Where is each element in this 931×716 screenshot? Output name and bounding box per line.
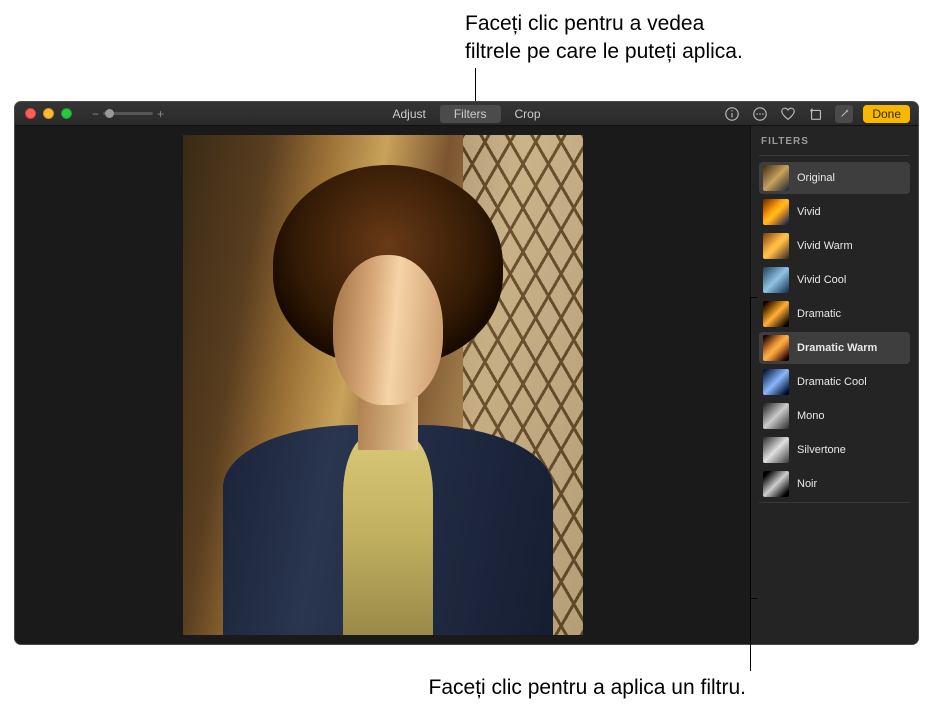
photos-edit-window: − + Adjust Filters Crop Done xyxy=(14,101,919,645)
filter-label: Vivid xyxy=(797,206,821,218)
sidebar-divider xyxy=(759,155,910,156)
zoom-control: − + xyxy=(92,107,164,121)
filter-label: Dramatic xyxy=(797,308,841,320)
callout-bottom-text: Faceți clic pentru a aplica un filtru. xyxy=(429,676,746,700)
filter-thumb-icon xyxy=(763,267,789,293)
more-icon[interactable] xyxy=(751,105,769,123)
callout-top-leader xyxy=(475,68,476,102)
filter-mono[interactable]: Mono xyxy=(759,400,910,432)
callout-bottom-leader xyxy=(750,599,751,671)
auto-enhance-wand-icon[interactable] xyxy=(835,105,853,123)
filter-thumb-icon xyxy=(763,403,789,429)
filter-silvertone[interactable]: Silvertone xyxy=(759,434,910,466)
toolbar-right: Done xyxy=(723,105,910,123)
filter-thumb-icon xyxy=(763,199,789,225)
content-area: FILTERS Original Vivid Vivid Warm Vivid … xyxy=(15,126,918,644)
filter-dramatic[interactable]: Dramatic xyxy=(759,298,910,330)
filter-label: Vivid Warm xyxy=(797,240,853,252)
filter-noir[interactable]: Noir xyxy=(759,468,910,500)
zoom-out-icon[interactable]: − xyxy=(92,107,99,121)
filter-thumb-icon xyxy=(763,437,789,463)
tab-filters[interactable]: Filters xyxy=(440,105,501,123)
tab-crop[interactable]: Crop xyxy=(501,105,555,123)
filter-vivid-cool[interactable]: Vivid Cool xyxy=(759,264,910,296)
filter-thumb-icon xyxy=(763,369,789,395)
edit-mode-tabs: Adjust Filters Crop xyxy=(378,105,554,123)
filter-dramatic-cool[interactable]: Dramatic Cool xyxy=(759,366,910,398)
filter-thumb-icon xyxy=(763,301,789,327)
zoom-in-icon[interactable]: + xyxy=(157,107,164,121)
minimize-window-button[interactable] xyxy=(43,108,54,119)
callout-top-text: Faceți clic pentru a vedea filtrele pe c… xyxy=(465,10,743,67)
filter-label: Noir xyxy=(797,478,817,490)
filter-thumb-icon xyxy=(763,165,789,191)
toolbar: − + Adjust Filters Crop Done xyxy=(15,102,918,126)
filter-original[interactable]: Original xyxy=(759,162,910,194)
sidebar-title: FILTERS xyxy=(761,136,908,147)
sidebar-divider xyxy=(759,502,910,503)
filter-vivid-warm[interactable]: Vivid Warm xyxy=(759,230,910,262)
filter-vivid[interactable]: Vivid xyxy=(759,196,910,228)
filter-label: Dramatic Cool xyxy=(797,376,867,388)
window-controls xyxy=(25,108,72,119)
filter-label: Vivid Cool xyxy=(797,274,846,286)
rotate-icon[interactable] xyxy=(807,105,825,123)
filter-label: Dramatic Warm xyxy=(797,342,877,354)
fullscreen-window-button[interactable] xyxy=(61,108,72,119)
info-icon[interactable] xyxy=(723,105,741,123)
photo-canvas[interactable] xyxy=(15,126,750,644)
done-button[interactable]: Done xyxy=(863,105,910,123)
filter-dramatic-warm[interactable]: Dramatic Warm xyxy=(759,332,910,364)
filter-thumb-icon xyxy=(763,233,789,259)
filters-sidebar: FILTERS Original Vivid Vivid Warm Vivid … xyxy=(750,126,918,644)
filter-thumb-icon xyxy=(763,335,789,361)
tab-adjust[interactable]: Adjust xyxy=(378,105,439,123)
edited-photo xyxy=(183,135,583,635)
filter-label: Silvertone xyxy=(797,444,846,456)
filter-thumb-icon xyxy=(763,471,789,497)
filter-label: Original xyxy=(797,172,835,184)
zoom-slider[interactable] xyxy=(103,112,153,115)
favorite-heart-icon[interactable] xyxy=(779,105,797,123)
callout-bottom-bracket xyxy=(750,297,756,599)
filter-label: Mono xyxy=(797,410,825,422)
close-window-button[interactable] xyxy=(25,108,36,119)
